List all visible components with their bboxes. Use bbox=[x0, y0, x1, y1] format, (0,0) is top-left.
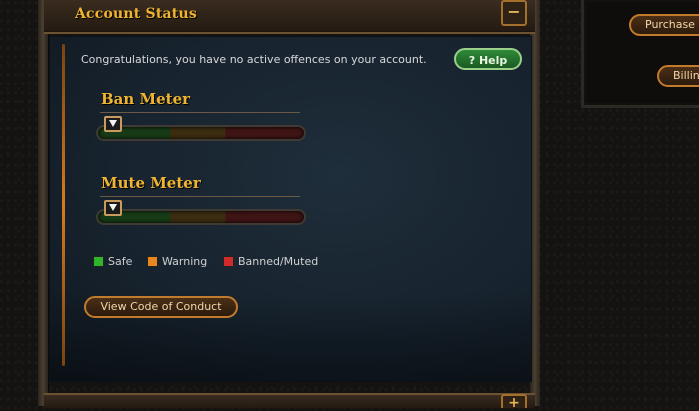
billing-button[interactable]: Billin bbox=[657, 65, 699, 87]
ban-meter-track bbox=[96, 125, 306, 141]
legend-banned-swatch bbox=[223, 256, 234, 267]
legend-warning-swatch bbox=[147, 256, 158, 267]
mute-meter-title: Mute Meter bbox=[101, 174, 201, 192]
mute-meter-marker bbox=[104, 200, 122, 216]
ban-meter-title: Ban Meter bbox=[101, 90, 191, 108]
mute-meter-track bbox=[96, 209, 306, 225]
legend-banned-label: Banned/Muted bbox=[238, 255, 319, 268]
left-frame-border bbox=[38, 0, 49, 406]
legend-safe-label: Safe bbox=[108, 255, 133, 268]
status-message: Congratulations, you have no active offe… bbox=[81, 53, 427, 66]
purchase-button[interactable]: Purchase C bbox=[629, 14, 699, 36]
ban-meter-divider bbox=[100, 112, 300, 113]
help-button[interactable]: ? Help bbox=[454, 48, 522, 70]
panel-rail bbox=[62, 44, 65, 366]
question-icon: ? bbox=[468, 54, 476, 67]
legend-warning-label: Warning bbox=[162, 255, 208, 268]
mute-meter-divider bbox=[100, 196, 300, 197]
legend-safe-swatch bbox=[93, 256, 104, 267]
help-label: Help bbox=[478, 54, 508, 67]
view-code-of-conduct-button[interactable]: View Code of Conduct bbox=[84, 296, 238, 318]
section-title: Account Status bbox=[75, 6, 197, 22]
collapse-button[interactable]: − bbox=[501, 0, 527, 26]
ban-meter-marker bbox=[104, 116, 122, 132]
